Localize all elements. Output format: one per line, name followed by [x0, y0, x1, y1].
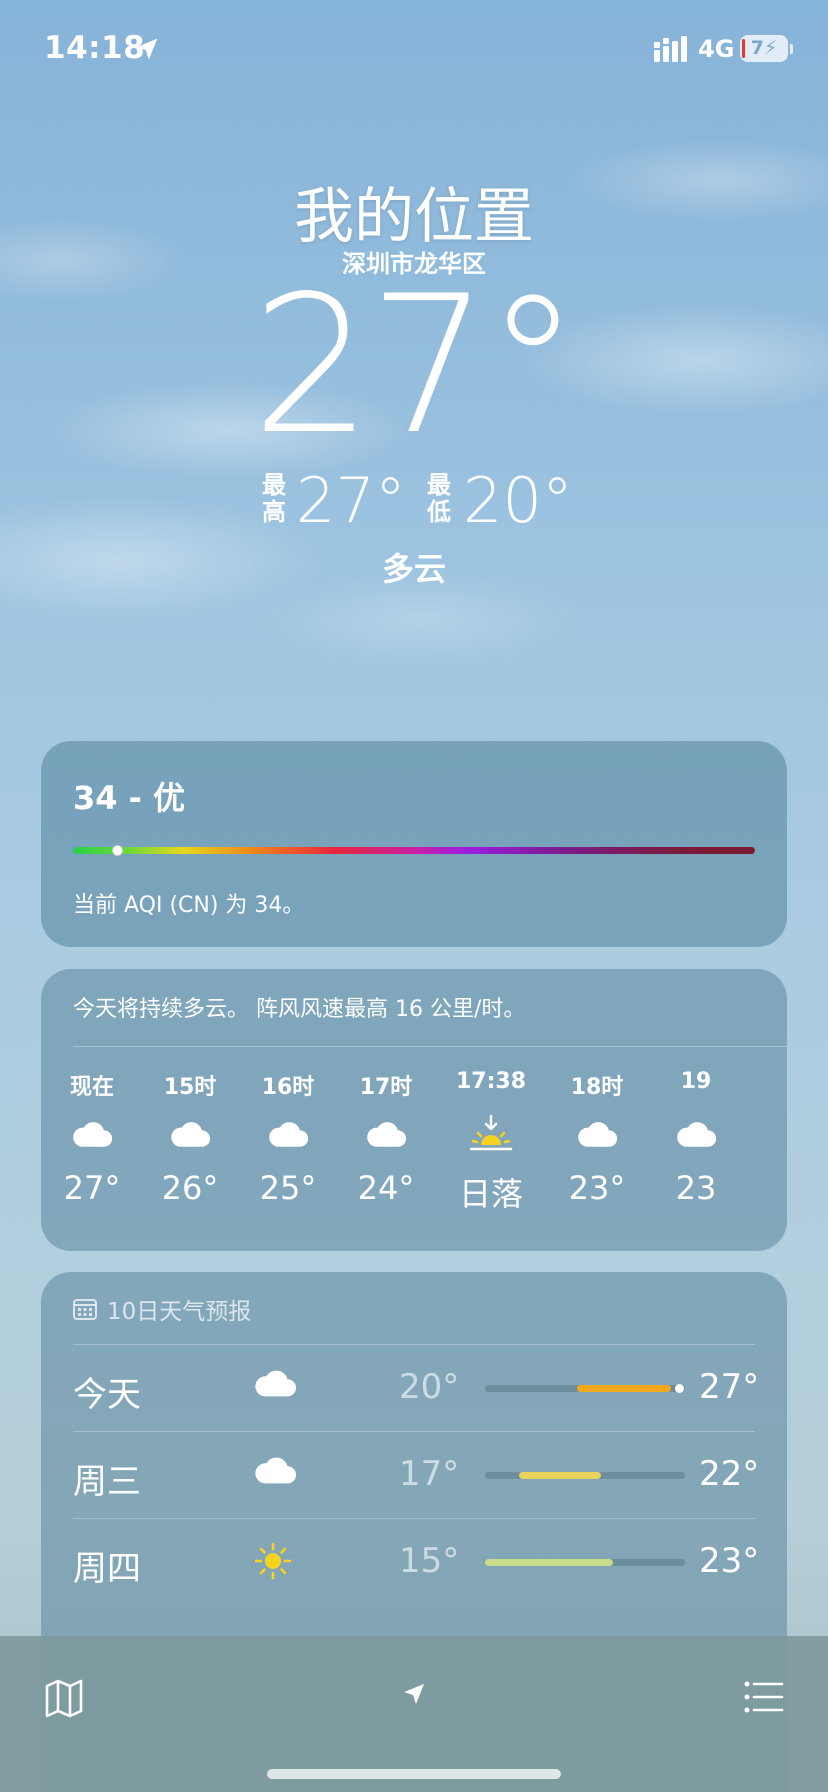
hourly-item: 17时 24°: [331, 1069, 441, 1207]
cloud-icon: [542, 1099, 652, 1169]
hour-temperature: 24°: [357, 1169, 415, 1207]
high-label: 最高: [262, 471, 286, 526]
day-high-temperature: 27°: [699, 1367, 760, 1407]
hour-label: 19: [680, 1069, 712, 1094]
cloud-icon: [331, 1099, 441, 1169]
low-temperature: 20°: [463, 464, 573, 537]
hour-temperature: 25°: [259, 1169, 317, 1207]
hour-temperature: 日落: [458, 1175, 523, 1213]
hourly-item: 18时 23°: [542, 1069, 652, 1207]
hourly-item: 16时 25°: [233, 1069, 343, 1207]
hour-label: 17:38: [455, 1069, 527, 1094]
sunset-icon: [436, 1099, 546, 1169]
hourly-item: 15时 26°: [135, 1069, 245, 1207]
temperature-range-fill: [519, 1472, 601, 1479]
hour-label: 17时: [359, 1075, 413, 1100]
day-low-temperature: 20°: [399, 1367, 460, 1407]
charging-bolt-icon: ⚡: [763, 37, 778, 59]
hour-label: 16时: [261, 1075, 315, 1100]
battery-indicator: 7⚡: [740, 35, 788, 62]
battery-level-fill: [742, 39, 745, 58]
hour-temperature: 26°: [161, 1169, 219, 1207]
cloud-icon: [253, 1454, 299, 1494]
day-name: 周四: [73, 1549, 141, 1589]
high-temperature: 27°: [296, 464, 406, 537]
cloud-icon: [135, 1099, 245, 1169]
location-arrow-icon: [136, 38, 158, 60]
divider: [73, 1046, 787, 1047]
temperature-range-bar: [485, 1559, 685, 1566]
temperature-range-bar: [485, 1472, 685, 1479]
aqi-value: 34 - 优: [73, 779, 186, 817]
aqi-scale-bar: [73, 847, 755, 854]
day-low-temperature: 17°: [399, 1454, 460, 1494]
high-low-temperature: 最高 27° 最低 20°: [0, 464, 828, 537]
hour-label: 15时: [163, 1075, 217, 1100]
sun-icon: [253, 1541, 299, 1581]
hourly-item: 现在 27°: [41, 1069, 147, 1207]
hourly-item: 19 23: [641, 1069, 751, 1207]
network-type: 4G: [698, 35, 735, 63]
current-temperature: 27°: [251, 255, 581, 476]
cloud-icon: [41, 1099, 147, 1169]
status-bar: 14:18 4G 7⚡: [0, 0, 828, 100]
aqi-indicator-dot: [112, 845, 124, 856]
hour-label: 现在: [69, 1075, 114, 1100]
bottom-toolbar: [0, 1636, 828, 1792]
aqi-description: 当前 AQI (CN) 为 34。: [73, 893, 305, 918]
map-icon[interactable]: [44, 1678, 84, 1718]
day-name: 今天: [73, 1375, 141, 1415]
hourly-summary: 今天将持续多云。 阵风风速最高 16 公里/时。: [73, 997, 526, 1022]
day-name: 周三: [73, 1462, 141, 1502]
hour-temperature: 23: [675, 1169, 717, 1207]
battery-percent: 7: [750, 37, 764, 59]
temperature-range-fill: [485, 1559, 613, 1566]
current-temperature-dot: [675, 1384, 684, 1393]
day-row[interactable]: 今天 20° 27°: [73, 1344, 759, 1431]
day-row[interactable]: 周四 15° 23°: [73, 1518, 759, 1605]
location-title: 我的位置: [294, 182, 534, 252]
ten-day-title: 10日天气预报: [107, 1299, 252, 1325]
battery-nub: [790, 44, 793, 54]
low-label: 最低: [427, 471, 451, 526]
day-low-temperature: 15°: [399, 1541, 460, 1581]
day-high-temperature: 22°: [699, 1454, 760, 1494]
hour-label: 18时: [570, 1075, 624, 1100]
home-indicator[interactable]: [267, 1769, 561, 1779]
location-arrow-icon[interactable]: [402, 1682, 426, 1706]
calendar-icon: [73, 1299, 97, 1320]
hourly-item: 17:38 日落: [436, 1069, 546, 1215]
cloud-icon: [233, 1099, 343, 1169]
day-row[interactable]: 周三 17° 22°: [73, 1431, 759, 1518]
status-time: 14:18: [44, 30, 146, 66]
air-quality-card[interactable]: 34 - 优 当前 AQI (CN) 为 34。: [41, 741, 787, 947]
temperature-range-fill: [577, 1385, 671, 1392]
weather-condition: 多云: [381, 550, 446, 588]
cloud-icon: [641, 1099, 751, 1169]
temperature-range-bar: [485, 1384, 685, 1393]
hour-temperature: 23°: [568, 1169, 626, 1207]
ten-day-header: 10日天气预报: [73, 1292, 251, 1326]
hour-temperature: 27°: [63, 1169, 121, 1207]
day-high-temperature: 23°: [699, 1541, 760, 1581]
cloud-icon: [253, 1367, 299, 1407]
hourly-forecast-card[interactable]: 今天将持续多云。 阵风风速最高 16 公里/时。 现在 27° 15时 26° 16时 2…: [41, 969, 787, 1251]
list-icon[interactable]: [744, 1680, 784, 1714]
signal-icon: [654, 36, 687, 62]
